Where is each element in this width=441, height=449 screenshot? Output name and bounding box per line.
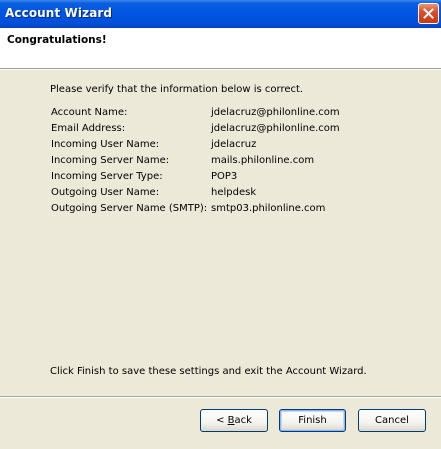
cancel-button[interactable]: Cancel <box>358 409 426 432</box>
field-value: jdelacruz <box>211 139 257 150</box>
summary-row-account-name: Account Name: jdelacruz@philonline.com <box>51 107 411 123</box>
account-summary-list: Account Name: jdelacruz@philonline.com E… <box>51 107 411 219</box>
back-mnemonic: B <box>227 415 235 426</box>
close-button[interactable] <box>418 3 439 24</box>
finish-button[interactable]: Finish <box>279 409 346 432</box>
field-label: Incoming Server Type: <box>51 171 163 182</box>
cancel-button-label: Cancel <box>375 415 409 426</box>
page-title: Congratulations! <box>7 34 107 46</box>
field-label: Outgoing Server Name (SMTP): <box>51 203 208 214</box>
field-label: Outgoing User Name: <box>51 187 160 198</box>
field-value: mails.philonline.com <box>211 155 315 166</box>
field-value: jdelacruz@philonline.com <box>211 107 340 118</box>
field-value: helpdesk <box>211 187 257 198</box>
back-arrow-text: < <box>216 415 228 426</box>
summary-row-incoming-user-name: Incoming User Name: jdelacruz <box>51 139 411 155</box>
field-label: Incoming Server Name: <box>51 155 170 166</box>
title-bar[interactable]: Account Wizard <box>0 0 441 28</box>
field-value: smtp03.philonline.com <box>211 203 326 214</box>
close-icon <box>423 8 434 19</box>
back-button-label: < Back <box>216 415 252 426</box>
header-divider <box>0 69 441 70</box>
field-label: Account Name: <box>51 107 128 118</box>
wizard-header: Congratulations! <box>0 28 441 69</box>
button-area-divider-highlight <box>0 397 441 398</box>
finish-instructions: Click Finish to save these settings and … <box>50 366 367 377</box>
back-button[interactable]: < Back <box>200 409 268 432</box>
account-wizard-dialog: Account Wizard Congratulations! Please v… <box>0 0 441 449</box>
back-label-rest: ack <box>234 415 252 426</box>
field-label: Incoming User Name: <box>51 139 160 150</box>
field-label: Email Address: <box>51 123 126 134</box>
field-value: POP3 <box>211 171 238 182</box>
finish-button-label: Finish <box>298 415 327 426</box>
summary-row-incoming-server-name: Incoming Server Name: mails.philonline.c… <box>51 155 411 171</box>
summary-row-email-address: Email Address: jdelacruz@philonline.com <box>51 123 411 139</box>
summary-row-outgoing-user-name: Outgoing User Name: helpdesk <box>51 187 411 203</box>
summary-row-incoming-server-type: Incoming Server Type: POP3 <box>51 171 411 187</box>
intro-text: Please verify that the information below… <box>50 84 304 95</box>
field-value: jdelacruz@philonline.com <box>211 123 340 134</box>
summary-row-outgoing-server-name: Outgoing Server Name (SMTP): smtp03.phil… <box>51 203 411 219</box>
window-title: Account Wizard <box>5 6 113 20</box>
